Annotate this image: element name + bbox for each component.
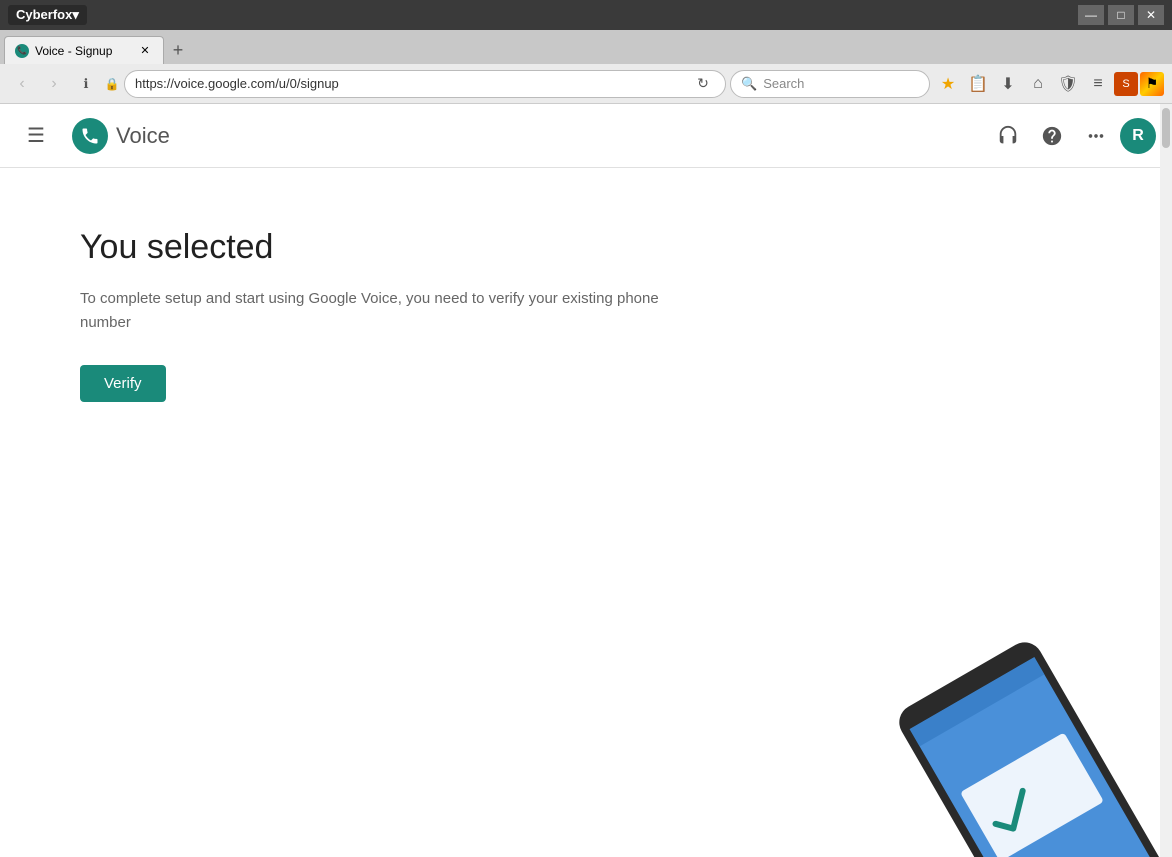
nav-icons: ★ 📋 ⬇ ⌂ 🛡 ≡ S ⚑ — [934, 70, 1164, 98]
header-icons: R — [988, 116, 1156, 156]
url-bar[interactable]: https://voice.google.com/u/0/signup ↻ — [124, 70, 726, 98]
lock-icon: 🔒 — [104, 76, 120, 92]
scrollbar-thumb[interactable] — [1162, 108, 1170, 148]
window-controls: — □ ✕ — [1078, 5, 1164, 25]
apps-grid-button[interactable] — [1076, 116, 1116, 156]
page-title: You selected — [80, 228, 1092, 267]
bookmark-star-icon[interactable]: ★ — [934, 70, 962, 98]
tab-favicon: 📞 — [15, 44, 29, 58]
user-avatar[interactable]: R — [1120, 118, 1156, 154]
app-header: ☰ Voice — [0, 104, 1172, 168]
reader-mode-icon[interactable]: 📋 — [964, 70, 992, 98]
forward-button[interactable]: › — [40, 70, 68, 98]
home-icon[interactable]: ⌂ — [1024, 70, 1052, 98]
headset-icon-button[interactable] — [988, 116, 1028, 156]
addon2-label: ⚑ — [1146, 75, 1159, 92]
minimize-button[interactable]: — — [1078, 5, 1104, 25]
info-icon: ℹ — [72, 70, 100, 98]
verify-button[interactable]: Verify — [80, 365, 166, 402]
search-placeholder: Search — [763, 76, 804, 91]
shield-icon[interactable]: 🛡 — [1054, 70, 1082, 98]
menu-button[interactable]: ≡ — [1084, 70, 1112, 98]
url-text: https://voice.google.com/u/0/signup — [135, 76, 685, 91]
titlebar: Cyberfox▾ — □ ✕ — [0, 0, 1172, 30]
hamburger-menu-button[interactable]: ☰ — [16, 116, 56, 156]
navbar: ‹ › ℹ 🔒 https://voice.google.com/u/0/sig… — [0, 64, 1172, 104]
voice-logo-icon — [72, 118, 108, 154]
addon1-icon[interactable]: S — [1114, 72, 1138, 96]
app-logo: Voice — [72, 118, 170, 154]
tab-close-button[interactable]: ✕ — [137, 43, 153, 59]
phone-illustration — [832, 597, 1172, 857]
help-icon-button[interactable] — [1032, 116, 1072, 156]
tabbar: 📞 Voice - Signup ✕ + — [0, 30, 1172, 64]
app-brand: Cyberfox▾ — [8, 5, 87, 25]
reload-button[interactable]: ↻ — [691, 72, 715, 96]
addon2-icon[interactable]: ⚑ — [1140, 72, 1164, 96]
tab-title: Voice - Signup — [35, 44, 112, 58]
app-name-text: Voice — [116, 123, 170, 149]
download-icon[interactable]: ⬇ — [994, 70, 1022, 98]
scrollbar[interactable] — [1160, 104, 1172, 857]
page-content: You selected To complete setup and start… — [0, 168, 1172, 857]
search-bar[interactable]: 🔍 Search — [730, 70, 930, 98]
new-tab-button[interactable]: + — [164, 36, 192, 64]
addon1-label: S — [1122, 78, 1129, 90]
hamburger-icon: ☰ — [27, 123, 45, 148]
restore-button[interactable]: □ — [1108, 5, 1134, 25]
search-icon: 🔍 — [741, 76, 757, 92]
close-button[interactable]: ✕ — [1138, 5, 1164, 25]
back-button[interactable]: ‹ — [8, 70, 36, 98]
page-description: To complete setup and start using Google… — [80, 287, 660, 335]
webpage: ☰ Voice — [0, 104, 1172, 857]
active-tab[interactable]: 📞 Voice - Signup ✕ — [4, 36, 164, 64]
